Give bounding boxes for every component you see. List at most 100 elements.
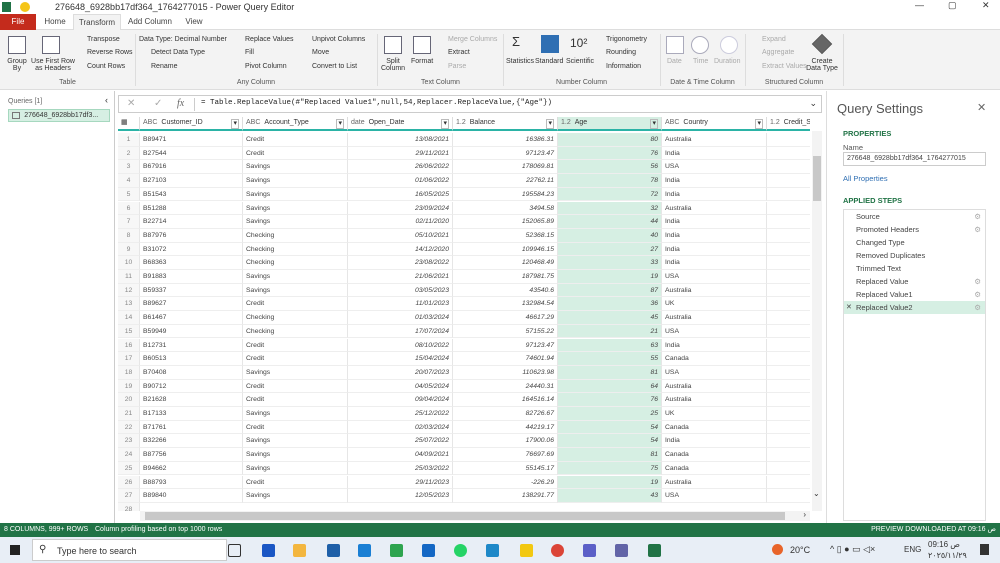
table-cell-account-type[interactable]: Checking [243,228,348,243]
table-cell-balance[interactable]: 24440.31 [453,379,558,394]
powerbi-icon[interactable] [520,544,533,557]
table-cell-account-type[interactable]: Credit [243,475,348,490]
scientific-button[interactable]: Scientific [566,58,594,65]
table-cell-country[interactable]: Australia [662,311,767,325]
table-cell-account-type[interactable]: Savings [243,215,348,229]
table-cell-country[interactable]: USA [662,365,767,380]
select-all-table-icon[interactable]: ▦ [118,117,140,131]
table-cell-account-type[interactable]: Savings [243,461,348,476]
step-settings-gear-icon[interactable]: ⚙ [974,275,981,288]
table-cell-credit-score[interactable] [767,380,810,394]
detect-data-type-button[interactable]: Detect Data Type [151,49,205,56]
table-cell-age[interactable]: 64 [558,379,662,394]
column-type-icon[interactable]: 1.2 [561,119,571,126]
table-cell-age[interactable]: 80 [558,133,662,147]
row-number[interactable]: 6 [118,201,140,216]
function-icon[interactable]: fx [177,98,184,109]
table-cell-balance[interactable]: 152065.89 [453,215,558,229]
table-cell-open-date[interactable]: 23/09/2024 [348,201,453,216]
trigonometry-button[interactable]: Trigonometry [606,36,647,43]
table-cell-credit-score[interactable] [767,270,810,284]
tab-view[interactable]: View [180,14,208,30]
table-cell-balance[interactable]: 109946.15 [453,242,558,257]
table-cell-age[interactable]: 87 [558,283,662,298]
column-header-open-date[interactable]: date Open_Date ▾ [348,117,453,131]
expand-formula-icon[interactable]: ⌄ [809,98,817,109]
table-cell-age[interactable]: 76 [558,146,662,161]
restore-button[interactable]: ▢ [948,0,957,11]
row-number[interactable]: 14 [118,311,140,325]
table-cell-country[interactable]: Australia [662,201,767,216]
table-cell-account-type[interactable]: Credit [243,420,348,435]
reverse-rows-button[interactable]: Reverse Rows [87,49,133,56]
statistics-button[interactable]: Statistics [506,58,534,65]
applied-step[interactable]: Replaced Value1 ⚙ [844,288,985,301]
language-indicator[interactable]: ENG [904,545,921,554]
table-cell-age[interactable]: 45 [558,311,662,325]
table-cell-customer-id[interactable]: B31072 [140,242,243,257]
row-number[interactable]: 25 [118,461,140,476]
all-properties-link[interactable]: All Properties [843,174,888,183]
table-cell-country[interactable]: UK [662,297,767,312]
table-cell-customer-id[interactable]: B21628 [140,393,243,407]
table-cell-customer-id[interactable]: B22714 [140,215,243,229]
unpivot-columns-button[interactable]: Unpivot Columns [312,36,365,43]
table-cell-customer-id[interactable]: B68363 [140,256,243,270]
table-cell-balance[interactable]: 43540.6 [453,283,558,298]
table-cell-customer-id[interactable]: B89627 [140,297,243,312]
tab-transform[interactable]: Transform [73,14,121,30]
table-cell-customer-id[interactable]: B51288 [140,201,243,216]
table-cell-credit-score[interactable] [767,434,810,449]
table-cell-country[interactable]: USA [662,324,767,339]
table-cell-country[interactable]: Canada [662,420,767,435]
table-cell-country[interactable]: Canada [662,448,767,462]
table-cell-open-date[interactable]: 25/07/2022 [348,434,453,449]
column-type-icon[interactable]: ABC [246,119,260,126]
table-cell-account-type[interactable]: Savings [243,448,348,462]
format-button[interactable]: Format [411,58,433,65]
table-cell-open-date[interactable]: 04/09/2021 [348,448,453,462]
row-number[interactable]: 7 [118,215,140,229]
clock-date[interactable]: ٢٠٢٥/١١/٢٩ [928,551,967,560]
pivot-column-button[interactable]: Pivot Column [245,63,287,70]
table-cell-balance[interactable]: -226.29 [453,475,558,490]
table-cell-country[interactable]: India [662,338,767,353]
table-cell-age[interactable]: 55 [558,352,662,366]
table-cell-country[interactable]: India [662,187,767,202]
expand-button[interactable]: Expand [762,36,786,43]
row-number[interactable]: 2 [118,146,140,161]
row-number[interactable]: 27 [118,489,140,503]
table-cell-age[interactable]: 72 [558,187,662,202]
row-number[interactable]: 12 [118,283,140,298]
create-data-type-button[interactable]: Create Data Type [806,58,838,72]
system-tray-icons[interactable]: ^ ▯ ● ▭ ◁× [830,544,875,555]
table-cell-account-type[interactable]: Checking [243,324,348,339]
row-number[interactable]: 24 [118,448,140,462]
table-cell-account-type[interactable]: Credit [243,379,348,394]
table-cell-country[interactable]: Australia [662,475,767,490]
row-number[interactable]: 1 [118,133,140,147]
time-button[interactable]: Time [693,58,708,65]
collapse-queries-button[interactable]: ‹ [105,95,108,105]
table-cell-credit-score[interactable] [767,215,810,229]
table-cell-age[interactable]: 36 [558,297,662,312]
table-cell-age[interactable]: 54 [558,420,662,435]
data-type-dropdown[interactable]: Data Type: Decimal Number [139,36,227,43]
move-button[interactable]: Move [312,49,329,56]
table-cell-balance[interactable]: 138291.77 [453,489,558,503]
column-header-account-type[interactable]: ABC Account_Type ▾ [243,117,348,131]
applied-step[interactable]: Source ⚙ [844,210,985,223]
notifications-icon[interactable] [980,544,989,555]
convert-to-list-button[interactable]: Convert to List [312,63,357,70]
table-cell-age[interactable]: 76 [558,393,662,407]
table-cell-age[interactable]: 44 [558,215,662,229]
table-cell-open-date[interactable]: 05/10/2021 [348,228,453,243]
table-cell-open-date[interactable]: 01/03/2024 [348,311,453,325]
table-cell-account-type[interactable]: Savings [243,201,348,216]
table-cell-age[interactable]: 33 [558,256,662,270]
table-cell-age[interactable]: 78 [558,174,662,188]
whatsapp-icon[interactable] [454,544,467,557]
store-icon[interactable] [327,544,340,557]
column-filter-dropdown-icon[interactable]: ▾ [441,119,449,129]
table-cell-country[interactable]: Australia [662,379,767,394]
